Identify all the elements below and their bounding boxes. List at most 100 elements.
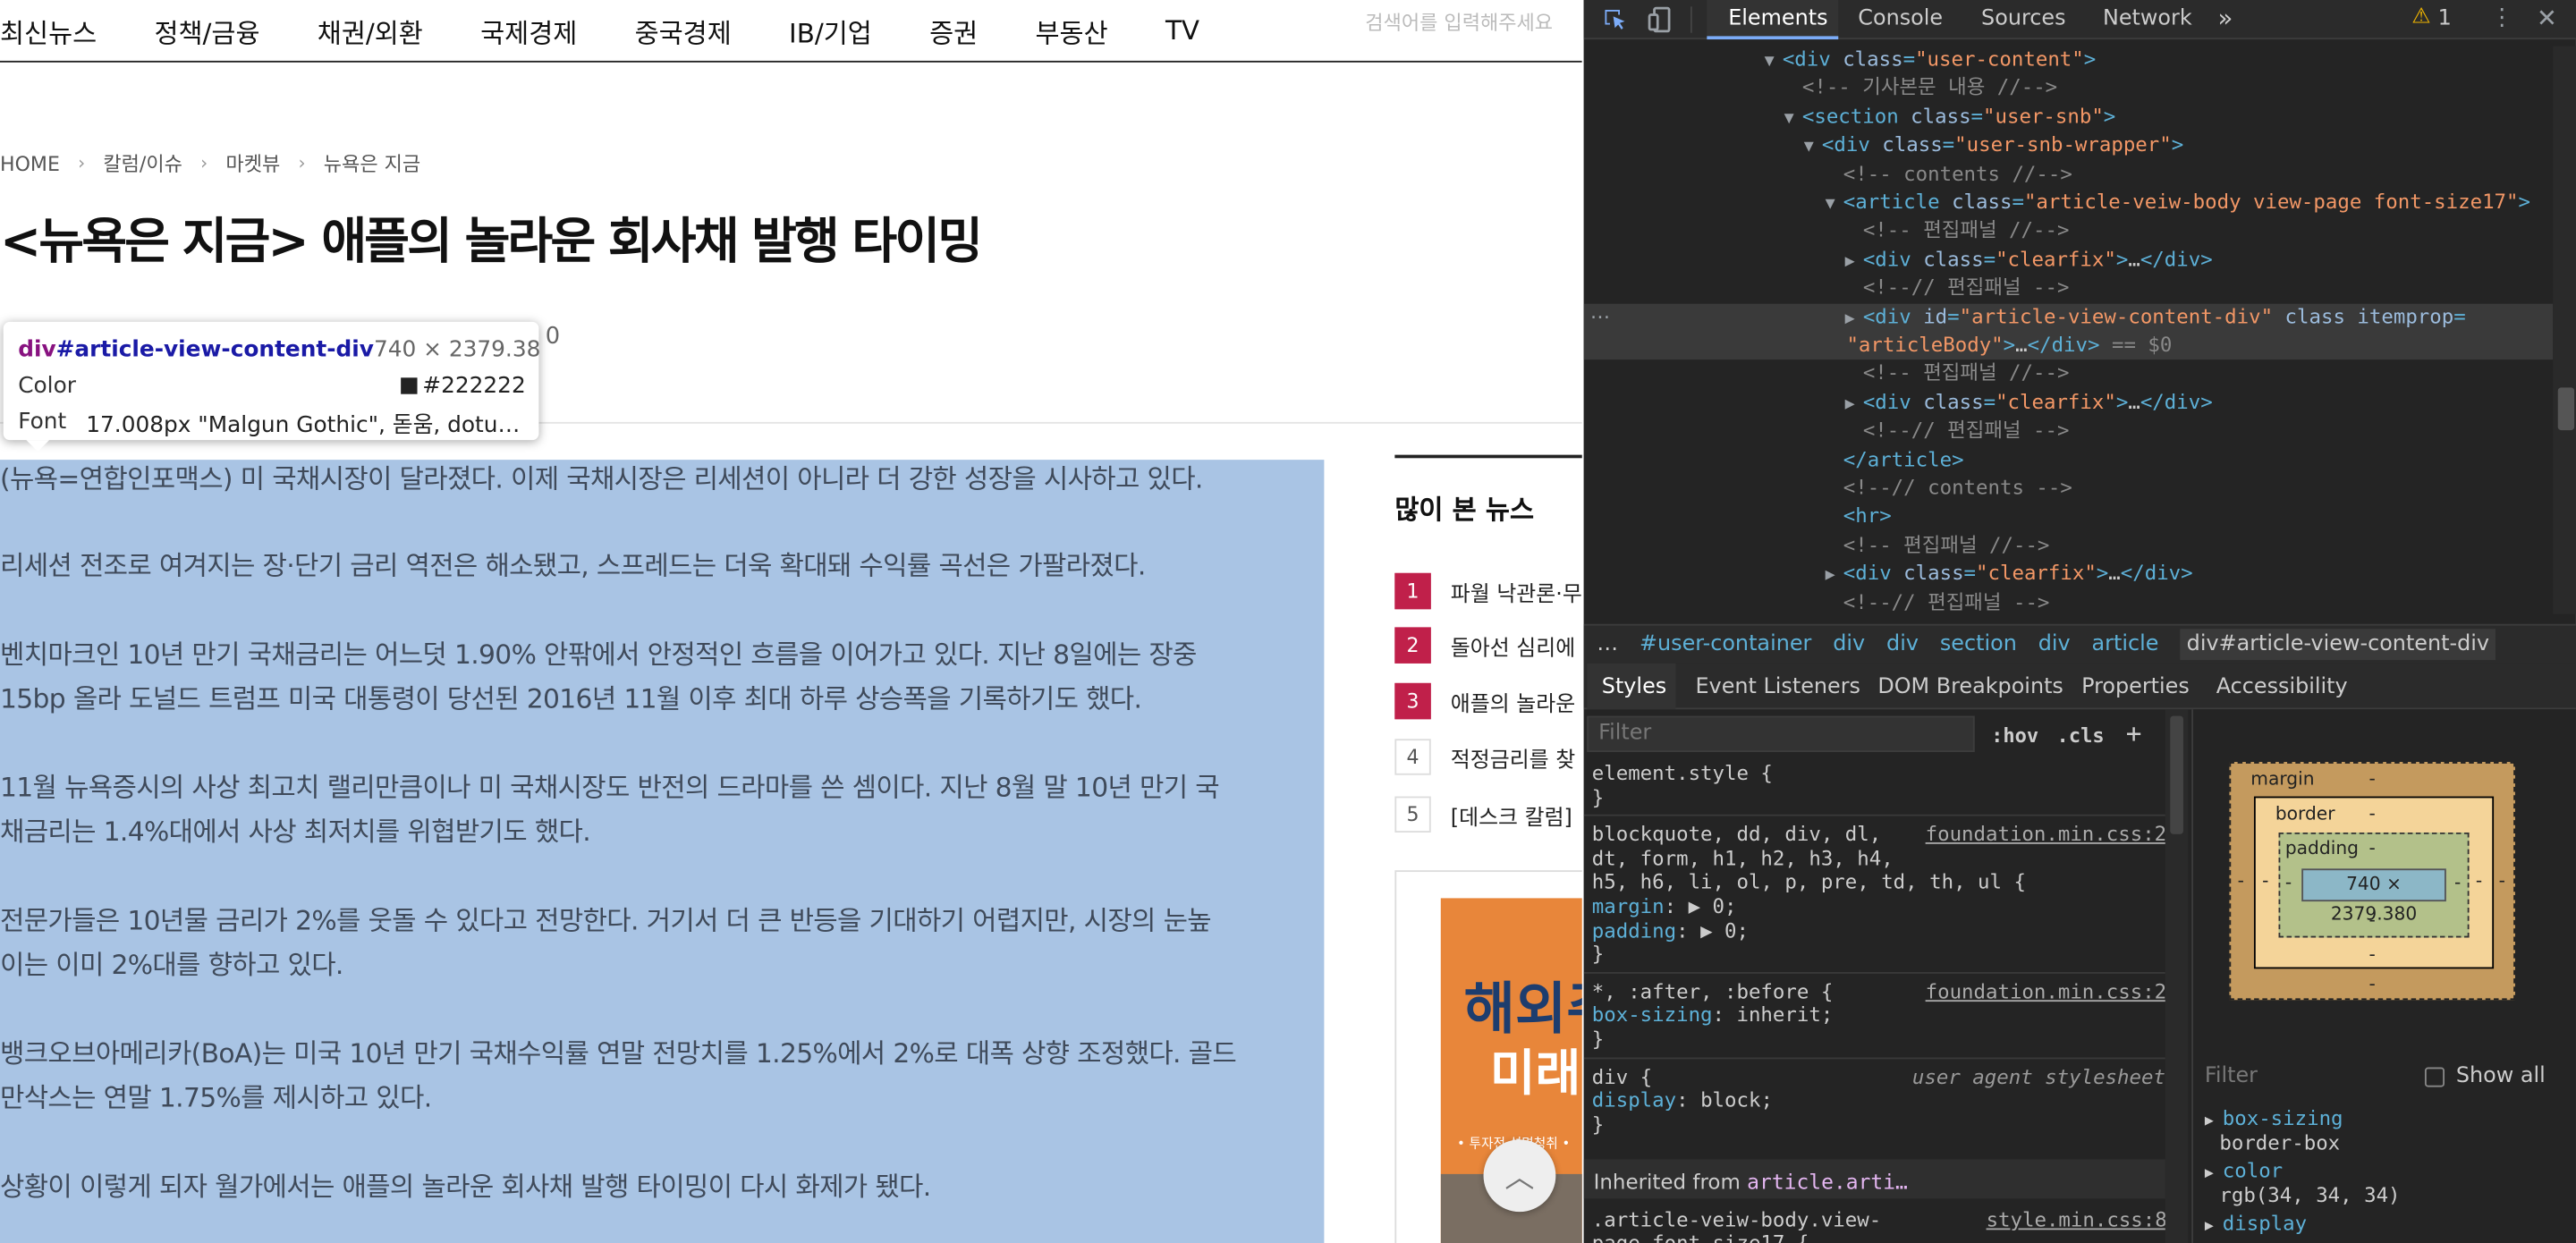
expand-toggle-icon[interactable]: ▶ (1845, 248, 1863, 276)
scroll-top-button[interactable]: ︿ (1483, 1139, 1556, 1213)
tab-dom-breakpoints[interactable]: DOM Breakpoints (1877, 675, 2063, 700)
new-rule-button[interactable]: + (2126, 717, 2142, 748)
tab-accessibility[interactable]: Accessibility (2216, 675, 2348, 700)
style-line[interactable]: } (1592, 786, 1604, 811)
expand-toggle-icon[interactable]: ▼ (1804, 133, 1822, 162)
expand-toggle-icon[interactable]: ▶ (2205, 1218, 2223, 1234)
checkbox[interactable] (2424, 1066, 2445, 1087)
device-toolbar-icon[interactable] (1648, 6, 1674, 33)
popular-news-title[interactable]: 적정금리를 찾 (1451, 741, 1575, 773)
expand-toggle-icon[interactable]: ▼ (1826, 190, 1843, 219)
tab-sources[interactable]: Sources (1981, 6, 2065, 31)
expand-toggle-icon[interactable]: ▶ (1845, 391, 1863, 419)
tab-elements[interactable]: Elements (1728, 6, 1827, 31)
style-line[interactable]: element.style { (1592, 762, 1773, 787)
style-line[interactable]: div { (1592, 1065, 1652, 1090)
nav-item[interactable]: 정책/금융 (154, 11, 259, 50)
dom-node-line[interactable]: ▶ <div class="clearfix">…</div> (1845, 246, 2213, 276)
hov-toggle[interactable]: :hov (1991, 724, 2038, 748)
style-line[interactable]: dt, form, h1, h2, h3, h4, (1592, 847, 1894, 872)
cls-toggle[interactable]: .cls (2057, 724, 2105, 748)
dom-node-line[interactable]: ▶ <div class="clearfix">…</div> (1845, 389, 2213, 419)
dom-node-line[interactable]: ▶ <div class="clearfix">…</div> (1826, 560, 2193, 590)
styles-filter-input[interactable]: Filter (1587, 715, 1975, 752)
expand-toggle-icon[interactable]: ▼ (1784, 105, 1802, 133)
nav-item[interactable]: TV (1165, 15, 1199, 47)
dom-node-line[interactable]: </article> (1826, 446, 1964, 475)
tab-event-listeners[interactable]: Event Listeners (1695, 675, 1860, 700)
dom-crumb[interactable]: article (2092, 632, 2159, 657)
tab-network[interactable]: Network (2103, 6, 2192, 31)
expand-toggle-icon[interactable]: ▶ (1845, 305, 1863, 334)
computed-property[interactable]: ▶ box-sizing (2205, 1107, 2343, 1130)
nav-item[interactable]: IB/기업 (789, 11, 872, 50)
dom-node-line[interactable]: <!--// 편집패널 --> (1826, 588, 2050, 617)
nav-item[interactable]: 부동산 (1036, 11, 1108, 50)
dom-node-line[interactable]: <!-- contents //--> (1826, 160, 2072, 189)
style-line[interactable]: box-sizing: inherit; (1592, 1004, 1834, 1029)
close-icon[interactable]: ✕ (2537, 4, 2557, 33)
style-source-link[interactable]: foundation.min.css:2 (1926, 980, 2167, 1005)
breadcrumb-item[interactable]: 뉴욕은 지금 (324, 149, 420, 177)
popular-news-title[interactable]: [데스크 칼럼] (1451, 799, 1572, 831)
dom-crumb[interactable]: div (1833, 632, 1865, 657)
dom-node-line[interactable]: <!-- 기사본문 내용 //--> (1784, 74, 2057, 103)
dom-crumb[interactable]: div#article-view-content-div (2180, 629, 2496, 661)
expand-toggle-icon[interactable]: ▼ (1765, 47, 1783, 76)
popular-news-item[interactable]: 4 적정금리를 찾 (1394, 739, 1575, 775)
inspect-element-icon[interactable] (1602, 6, 1628, 32)
style-line[interactable]: } (1592, 1027, 1604, 1053)
tab-styles[interactable]: Styles (1602, 675, 1666, 700)
dom-tree[interactable]: ▼ <div class="user-content"> <!-- 기사본문 내용 … (1584, 46, 2554, 613)
dom-node-line[interactable]: "articleBody">…</div> == $0 (1846, 332, 2172, 360)
style-line[interactable]: margin: ▶ 0; (1592, 895, 1737, 920)
nav-item[interactable]: 채권/외환 (318, 11, 423, 50)
popular-news-item[interactable]: 3 애플의 놀라운 (1394, 682, 1575, 720)
breadcrumb-item[interactable]: 칼럼/이슈 (103, 149, 182, 177)
popular-news-title[interactable]: 돌아선 심리에 (1451, 630, 1575, 662)
dom-scroll-thumb[interactable] (2557, 387, 2575, 431)
nav-item[interactable]: 중국경제 (635, 11, 732, 50)
kebab-menu-icon[interactable]: ⋮ (2490, 5, 2513, 31)
dom-scrollbar[interactable] (2553, 46, 2576, 614)
computed-filter-input[interactable]: Filter (2205, 1064, 2258, 1089)
style-line[interactable]: *, :after, :before { (1592, 980, 1834, 1005)
dom-node-line[interactable]: <!--// contents --> (1826, 475, 2072, 503)
dom-node-line[interactable]: <!--// 편집패널 --> (1845, 275, 2070, 303)
popular-news-title[interactable]: 파월 낙관론·무 (1451, 576, 1582, 607)
dom-node-line[interactable]: ▼ <div class="user-content"> (1765, 46, 2097, 76)
nav-item[interactable]: 증권 (929, 11, 978, 50)
popular-news-item[interactable]: 2 돌아선 심리에 (1394, 627, 1575, 664)
tab-console[interactable]: Console (1858, 6, 1943, 31)
computed-property[interactable]: ▶ display (2205, 1212, 2307, 1235)
dom-node-line[interactable]: <!-- 편집패널 //--> (1845, 360, 2070, 389)
style-line[interactable]: display: block; (1592, 1089, 1773, 1114)
dom-crumb[interactable]: div (1886, 632, 1919, 657)
nav-item[interactable]: 최신뉴스 (0, 11, 97, 50)
tab-properties[interactable]: Properties (2081, 675, 2190, 700)
style-line[interactable]: } (1592, 1113, 1604, 1138)
popular-news-title[interactable]: 애플의 놀라운 (1451, 686, 1575, 717)
nav-item[interactable]: 국제경제 (480, 11, 577, 50)
dom-node-line[interactable]: ▶ <div id="article-view-content-div" clas… (1845, 303, 2466, 334)
dom-node-line[interactable]: ▼ <article class="article-veiw-body view-… (1826, 189, 2530, 219)
search-input[interactable]: 검색어를 입력해주세요 (1365, 8, 1553, 36)
style-line[interactable]: } (1592, 943, 1604, 968)
breadcrumb-item[interactable]: HOME (0, 152, 60, 175)
style-line[interactable]: padding: ▶ 0; (1592, 919, 1749, 944)
styles-scroll-thumb[interactable] (2170, 715, 2183, 834)
dom-node-line[interactable]: ▼ <div class="user-snb-wrapper"> (1804, 131, 2184, 162)
style-source-link[interactable]: foundation.min.css:2 (1926, 823, 2167, 848)
dom-crumb[interactable]: div (2038, 632, 2071, 657)
computed-property[interactable]: ▶ color (2205, 1159, 2283, 1182)
warning-icon[interactable]: ⚠ (2411, 5, 2430, 30)
inherited-element[interactable]: article.arti… (1747, 1169, 1908, 1194)
dom-crumb[interactable]: … (1597, 632, 1618, 657)
dom-crumb[interactable]: #user-container (1640, 632, 1811, 657)
expand-toggle-icon[interactable]: ▶ (2205, 1166, 2223, 1182)
show-all-checkbox[interactable]: Show all (2424, 1064, 2546, 1088)
style-line[interactable]: blockquote, dd, div, dl, (1592, 823, 1881, 848)
dom-crumb[interactable]: section (1940, 632, 2017, 657)
popular-news-item[interactable]: 5 [데스크 칼럼] (1394, 796, 1572, 833)
breadcrumb-item[interactable]: 마켓뷰 (225, 149, 280, 177)
